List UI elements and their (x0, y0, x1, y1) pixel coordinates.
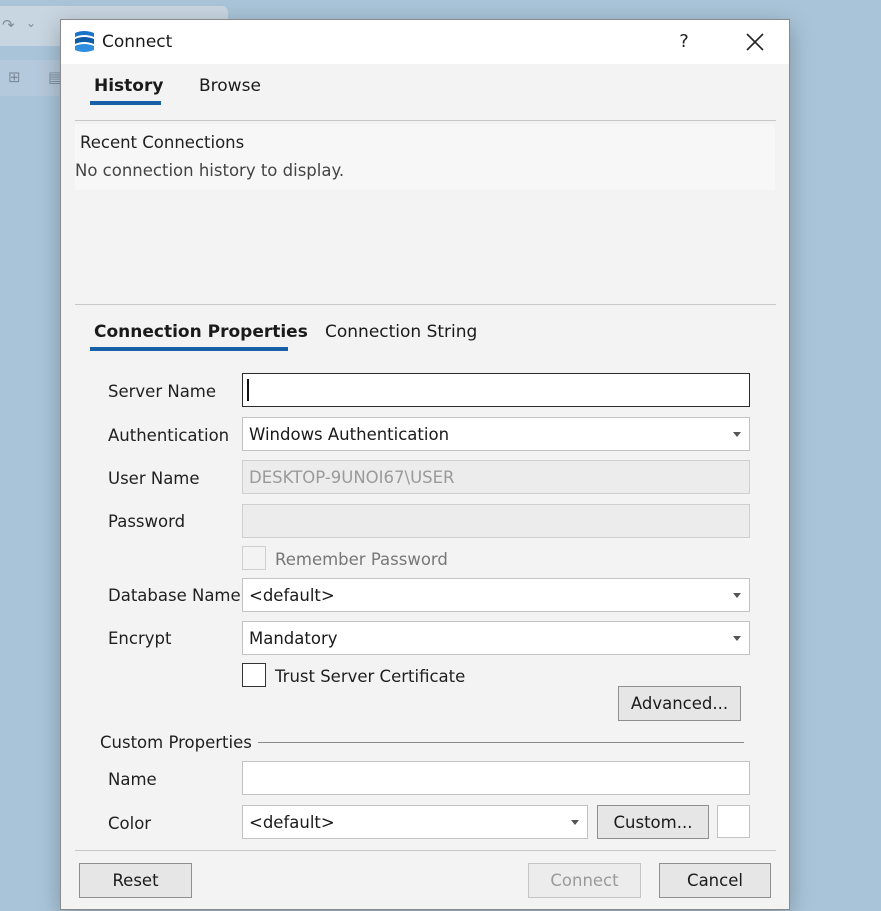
connect-button[interactable]: Connect (528, 863, 641, 898)
help-button[interactable]: ? (664, 26, 704, 58)
custom-properties-title: Custom Properties (100, 733, 258, 752)
dialog-title: Connect (102, 32, 173, 52)
tab-browse[interactable]: Browse (199, 76, 261, 96)
color-dropdown[interactable]: <default> (242, 805, 588, 839)
database-name-dropdown[interactable]: <default> (242, 578, 750, 612)
remember-password-label: Remember Password (275, 550, 448, 569)
chevron-down-icon (733, 593, 741, 598)
password-input (242, 504, 750, 538)
redo-icon: ↷ (2, 16, 15, 34)
divider (75, 850, 776, 851)
tab-history[interactable]: History (94, 76, 163, 96)
password-label: Password (108, 512, 186, 531)
authentication-value: Windows Authentication (249, 425, 450, 444)
user-name-input: DESKTOP-9UNOI67\USER (242, 460, 750, 494)
encrypt-label: Encrypt (108, 629, 172, 648)
server-name-label: Server Name (108, 382, 217, 401)
recent-connections-title: Recent Connections (80, 133, 245, 152)
custom-name-input[interactable] (242, 761, 750, 795)
layout-icon: ⊞ (8, 68, 21, 86)
server-name-input[interactable] (242, 373, 750, 407)
database-name-label: Database Name (108, 586, 241, 605)
custom-color-button[interactable]: Custom... (597, 805, 709, 839)
connect-dialog: Connect ? History Browse Recent Connecti… (60, 19, 790, 910)
encrypt-dropdown[interactable]: Mandatory (242, 621, 750, 655)
close-icon (746, 33, 764, 51)
advanced-button[interactable]: Advanced... (618, 686, 741, 721)
remember-password-checkbox (242, 546, 266, 570)
tab-connection-string[interactable]: Connection String (325, 322, 477, 342)
recent-connections-empty-message: No connection history to display. (75, 161, 345, 180)
color-label: Color (108, 814, 152, 833)
database-name-value: <default> (249, 586, 335, 605)
tab-connection-properties[interactable]: Connection Properties (94, 322, 308, 342)
chevron-down-icon (733, 636, 741, 641)
chevron-down-icon (571, 820, 579, 825)
trust-server-certificate-label[interactable]: Trust Server Certificate (275, 667, 465, 686)
chevron-down-icon: ⌄ (26, 16, 37, 30)
text-caret (247, 379, 249, 401)
trust-server-certificate-checkbox[interactable] (242, 663, 266, 687)
encrypt-value: Mandatory (249, 629, 338, 648)
azure-data-studio-icon (75, 31, 94, 52)
close-button[interactable] (736, 26, 774, 58)
authentication-dropdown[interactable]: Windows Authentication (242, 417, 750, 451)
custom-properties-divider (251, 742, 744, 743)
color-swatch[interactable] (717, 805, 750, 838)
cancel-button[interactable]: Cancel (659, 863, 771, 898)
dialog-titlebar: Connect ? (61, 20, 789, 64)
tab-history-indicator (90, 101, 161, 105)
user-name-value: DESKTOP-9UNOI67\USER (249, 468, 455, 487)
custom-name-label: Name (108, 770, 157, 789)
user-name-label: User Name (108, 469, 200, 488)
tab-connection-properties-indicator (90, 347, 288, 351)
background-toolbar-strip: ⊞ ▤ (0, 60, 62, 96)
divider (75, 304, 776, 305)
reset-button[interactable]: Reset (79, 863, 192, 898)
color-value: <default> (249, 813, 335, 832)
divider (75, 120, 776, 121)
chevron-down-icon (733, 432, 741, 437)
authentication-label: Authentication (108, 426, 230, 445)
recent-connections-panel: Recent Connections No connection history… (75, 124, 775, 190)
